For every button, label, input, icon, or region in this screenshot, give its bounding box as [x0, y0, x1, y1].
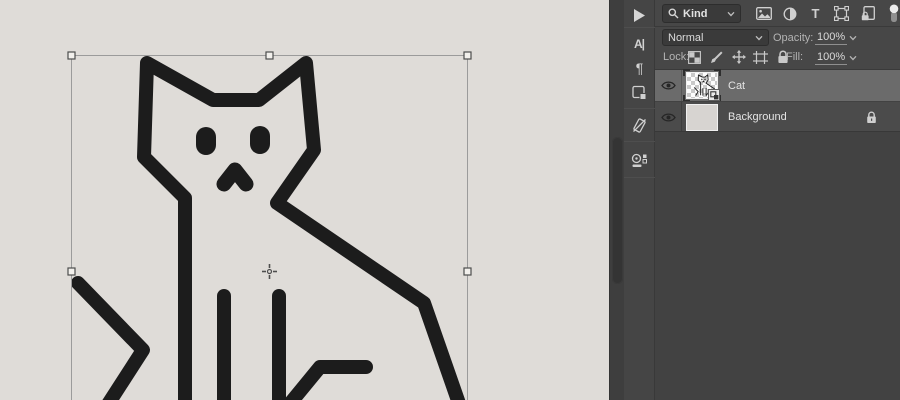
- chevron-down-icon[interactable]: [849, 35, 857, 41]
- chevron-down-icon: [727, 11, 735, 16]
- opacity-label: Opacity:: [773, 32, 814, 44]
- device-preview-panel-button[interactable]: [624, 112, 655, 138]
- lock-artboard-nesting-button[interactable]: [753, 49, 768, 65]
- thumb-corner: [714, 69, 721, 76]
- opacity-value[interactable]: 100%: [815, 31, 848, 45]
- layer-row-cat[interactable]: Cat: [655, 69, 900, 102]
- smart-object-icon: [861, 6, 875, 21]
- reference-point[interactable]: [262, 264, 277, 279]
- scrollbar-thumb[interactable]: [612, 137, 623, 284]
- layer-row-background[interactable]: Background: [655, 101, 900, 132]
- search-icon: [668, 8, 679, 19]
- filter-smart-objects-button[interactable]: [859, 5, 876, 23]
- layer-filtering-toggle[interactable]: [885, 4, 900, 23]
- thumb-corner: [683, 69, 690, 76]
- layer-filter-kind-dropdown[interactable]: Kind: [662, 4, 741, 23]
- artboard-icon: [753, 50, 768, 64]
- layer-name-cat: Cat: [728, 79, 746, 92]
- handle-middle-left[interactable]: [67, 267, 76, 276]
- collapsed-panel-dock: A| ¶: [623, 0, 655, 400]
- layer-name-background: Background: [728, 111, 787, 123]
- transform-bounding-box: [67, 51, 472, 400]
- filter-adjustment-layers-button[interactable]: [781, 5, 798, 23]
- canvas-vertical-scrollbar[interactable]: [609, 0, 624, 400]
- layers-panel-empty-area: [655, 131, 900, 400]
- chevron-down-icon[interactable]: [849, 55, 857, 61]
- paragraph-panel-button[interactable]: ¶: [624, 56, 655, 80]
- layers-panel: Kind T Normal Opacity: 100% Lock: Fill: …: [655, 0, 900, 400]
- lock-label: Lock:: [663, 51, 690, 63]
- kind-dropdown-label: Kind: [683, 7, 708, 20]
- checkerboard-icon: [688, 50, 701, 64]
- cat-tail: [71, 276, 150, 400]
- smart-object-badge-icon: [709, 90, 718, 99]
- layer-locked-icon: [867, 111, 876, 123]
- smart-object-badge: [708, 89, 720, 101]
- layer-list: Cat Background: [655, 69, 900, 132]
- visibility-toggle-cat[interactable]: [655, 70, 682, 101]
- lock-fill-bar: Lock: Fill: 100%: [655, 47, 900, 69]
- actions-panel-button[interactable]: [624, 3, 655, 27]
- eye-icon: [660, 81, 676, 90]
- play-icon: [633, 8, 645, 22]
- layer-filter-bar: Kind T: [655, 0, 900, 27]
- blend-mode-value: Normal: [668, 31, 704, 44]
- fill-label: Fill:: [786, 51, 804, 63]
- eye-icon: [660, 112, 676, 122]
- visibility-toggle-background[interactable]: [655, 102, 682, 132]
- cat-drawing: [71, 56, 466, 400]
- styles-panel-button[interactable]: [624, 80, 655, 104]
- document-canvas[interactable]: [0, 0, 609, 400]
- filter-shape-layers-button[interactable]: [833, 5, 850, 23]
- blend-opacity-bar: Normal Opacity: 100%: [655, 28, 900, 47]
- photoshop-window: A| ¶ Kind T Normal Opacity: 100% Lock: F…: [0, 0, 900, 400]
- chevron-down-icon: [755, 35, 763, 40]
- cat-eyes: [196, 126, 270, 155]
- canvas-artwork: [67, 51, 472, 400]
- cat-head-body-outline: [137, 56, 466, 400]
- type-filter-icon: T: [811, 6, 820, 21]
- move-arrows-icon: [731, 50, 746, 64]
- handle-top-left[interactable]: [67, 51, 76, 60]
- character-panel-button[interactable]: A|: [624, 32, 655, 56]
- cat-nose: [216, 162, 254, 192]
- shape-frame-icon: [834, 6, 849, 21]
- lock-position-button[interactable]: [731, 49, 746, 65]
- blend-mode-dropdown[interactable]: Normal: [662, 29, 769, 46]
- handle-middle-right[interactable]: [463, 267, 472, 276]
- handle-top-right[interactable]: [463, 51, 472, 60]
- layer-thumbnail-background[interactable]: [686, 103, 718, 131]
- note-panel-icon: [631, 85, 646, 100]
- cat-hind-leg: [283, 360, 373, 400]
- device-preview-icon: [632, 117, 646, 133]
- filter-type-layers-button[interactable]: T: [807, 5, 824, 23]
- lock-transparency-button[interactable]: [687, 49, 702, 65]
- lock-pixels-button[interactable]: [709, 49, 724, 65]
- filter-pixel-layers-button[interactable]: [755, 5, 772, 23]
- paragraph-panel-icon: ¶: [635, 60, 643, 76]
- timeline-knob-icon: [631, 153, 647, 167]
- character-panel-icon: A|: [633, 37, 645, 51]
- handle-top-center[interactable]: [265, 51, 274, 60]
- timeline-panel-button[interactable]: [624, 147, 655, 173]
- filter-toggle-icon: [889, 4, 898, 22]
- image-icon: [755, 7, 772, 20]
- brush-icon: [711, 50, 723, 63]
- fill-value[interactable]: 100%: [815, 51, 848, 65]
- adjustment-half-circle-icon: [783, 7, 796, 20]
- layer-thumbnail-cat[interactable]: [683, 69, 721, 102]
